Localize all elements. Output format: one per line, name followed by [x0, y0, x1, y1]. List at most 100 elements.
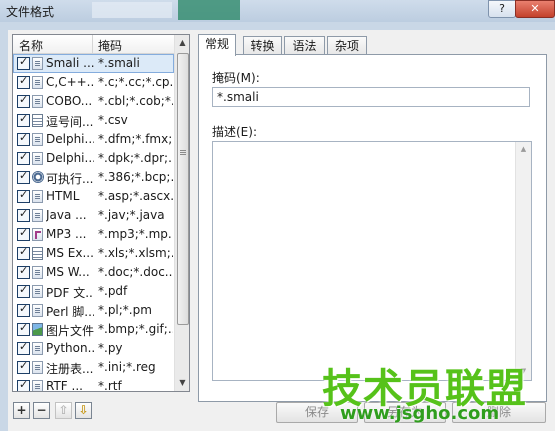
enable-checkbox[interactable]	[17, 112, 30, 127]
help-button[interactable]: ?	[488, 0, 516, 18]
scroll-up-arrow[interactable]: ▲	[175, 35, 189, 51]
description-scrollbar[interactable]: ▲ ▼	[515, 142, 531, 380]
item-mask: *.pdf	[98, 284, 128, 298]
file-icon	[32, 76, 43, 89]
item-name: 可执行...	[46, 172, 94, 186]
list-scrollbar[interactable]: ▲ ▼	[174, 35, 189, 391]
item-name: HTML	[46, 189, 80, 203]
file-icon	[32, 95, 43, 108]
scroll-thumb[interactable]	[177, 53, 189, 325]
enable-checkbox[interactable]	[17, 359, 30, 374]
item-name: Delphi...	[46, 132, 94, 146]
item-mask: *.bmp;*.gif;...	[98, 322, 173, 336]
list-item[interactable]: Delphi... *.dpk;*.dpr;...	[13, 149, 174, 168]
tab-conversion[interactable]: 转换	[243, 36, 282, 55]
tab-general[interactable]: 常规	[198, 34, 236, 56]
item-mask: *.cbl;*.cob;*...	[98, 94, 173, 108]
item-mask: *.csv	[98, 113, 128, 127]
enable-checkbox[interactable]	[17, 74, 30, 89]
file-icon	[32, 361, 43, 374]
list-item[interactable]: Java ... *.jav;*.java	[13, 206, 174, 225]
scroll-down-arrow[interactable]: ▼	[175, 375, 189, 391]
enable-checkbox[interactable]	[17, 321, 30, 336]
background-window-ghost	[178, 0, 240, 20]
column-header-mask[interactable]: 掩码	[98, 37, 122, 54]
list-item[interactable]: HTML *.asp;*.ascx...	[13, 187, 174, 206]
enable-checkbox[interactable]	[17, 302, 30, 317]
tab-syntax[interactable]: 语法	[284, 36, 325, 55]
file-icon	[32, 209, 43, 222]
item-mask: *.c;*.cc;*.cp...	[98, 75, 173, 89]
window-title: 文件格式	[6, 5, 55, 19]
mask-input[interactable]: *.smali	[212, 87, 530, 107]
column-header-name[interactable]: 名称	[19, 37, 43, 54]
item-name: 注册表...	[46, 362, 94, 376]
item-mask: *.asp;*.ascx...	[98, 189, 173, 203]
item-mask: *.dpk;*.dpr;...	[98, 151, 173, 165]
enable-checkbox[interactable]	[17, 188, 30, 203]
title-bar: 文件格式 ? ✕	[0, 0, 555, 22]
item-name: RTF ...	[46, 379, 83, 392]
item-mask: *.386;*.bcp;...	[98, 170, 173, 184]
item-name: MS W...	[46, 265, 90, 279]
remove-button[interactable]: −	[33, 402, 50, 419]
file-icon	[32, 133, 43, 146]
move-up-button[interactable]: ⇧	[55, 402, 72, 419]
item-name: 逗号间...	[46, 115, 94, 129]
enable-checkbox[interactable]	[17, 245, 30, 260]
scroll-up-arrow[interactable]: ▲	[516, 142, 531, 157]
item-name: PDF 文...	[46, 286, 94, 300]
list-header: 名称 掩码	[13, 35, 174, 54]
enable-checkbox[interactable]	[17, 340, 30, 355]
list-item[interactable]: 可执行... *.386;*.bcp;...	[13, 168, 174, 187]
background-window-ghost	[92, 2, 172, 18]
file-icon	[32, 342, 43, 355]
item-mask: *.ini;*.reg	[98, 360, 156, 374]
item-name: MS Ex...	[46, 246, 94, 260]
file-icon	[32, 304, 43, 317]
item-name: Perl 脚...	[46, 305, 94, 319]
column-divider[interactable]	[92, 35, 93, 53]
enable-checkbox[interactable]	[17, 150, 30, 165]
item-mask: *.doc;*.doc...	[98, 265, 173, 279]
list-item[interactable]: MS W... *.doc;*.doc...	[13, 263, 174, 282]
enable-checkbox[interactable]	[17, 226, 30, 241]
mask-label: 掩码(M):	[212, 71, 260, 85]
list-item[interactable]: MP3 ... *.mp3;*.mp...	[13, 225, 174, 244]
close-button[interactable]: ✕	[515, 0, 555, 18]
enable-checkbox[interactable]	[17, 207, 30, 222]
item-mask: *.smali	[98, 56, 140, 70]
description-textarea[interactable]: ▲ ▼	[212, 141, 532, 381]
file-icon	[32, 57, 43, 70]
tab-misc[interactable]: 杂项	[327, 36, 367, 55]
list-item[interactable]: Delphi... *.dfm;*.fmx;...	[13, 130, 174, 149]
list-rows: Smali ... *.smali C,C++... *.c;*.cc;*.cp...…	[13, 54, 174, 392]
file-icon	[32, 152, 43, 165]
list-item[interactable]: COBO... *.cbl;*.cob;*...	[13, 92, 174, 111]
list-item[interactable]: 图片文件 *.bmp;*.gif;...	[13, 320, 174, 339]
list-item[interactable]: MS Ex... *.xls;*.xlsm;...	[13, 244, 174, 263]
list-item[interactable]: PDF 文... *.pdf	[13, 282, 174, 301]
list-item[interactable]: RTF ... *.rtf	[13, 377, 174, 392]
list-item[interactable]: Smali ... *.smali	[13, 54, 174, 73]
list-item[interactable]: C,C++... *.c;*.cc;*.cp...	[13, 73, 174, 92]
item-name: Smali ...	[46, 56, 94, 70]
add-button[interactable]: +	[13, 402, 30, 419]
file-type-list[interactable]: 名称 掩码 Smali ... *.smali C,C++... *.c;*.cc;*…	[12, 34, 190, 392]
list-item[interactable]: 逗号间... *.csv	[13, 111, 174, 130]
gear-icon	[32, 171, 44, 183]
enable-checkbox[interactable]	[17, 93, 30, 108]
move-down-button[interactable]: ⇩	[75, 402, 92, 419]
enable-checkbox[interactable]	[17, 283, 30, 298]
enable-checkbox[interactable]	[17, 55, 30, 70]
item-mask: *.pl;*.pm	[98, 303, 152, 317]
list-item[interactable]: Perl 脚... *.pl;*.pm	[13, 301, 174, 320]
enable-checkbox[interactable]	[17, 264, 30, 279]
file-icon	[32, 266, 43, 279]
enable-checkbox[interactable]	[17, 378, 30, 391]
list-item[interactable]: Python... *.py	[13, 339, 174, 358]
enable-checkbox[interactable]	[17, 131, 30, 146]
item-mask: *.rtf	[98, 379, 122, 392]
enable-checkbox[interactable]	[17, 169, 30, 184]
list-item[interactable]: 注册表... *.ini;*.reg	[13, 358, 174, 377]
